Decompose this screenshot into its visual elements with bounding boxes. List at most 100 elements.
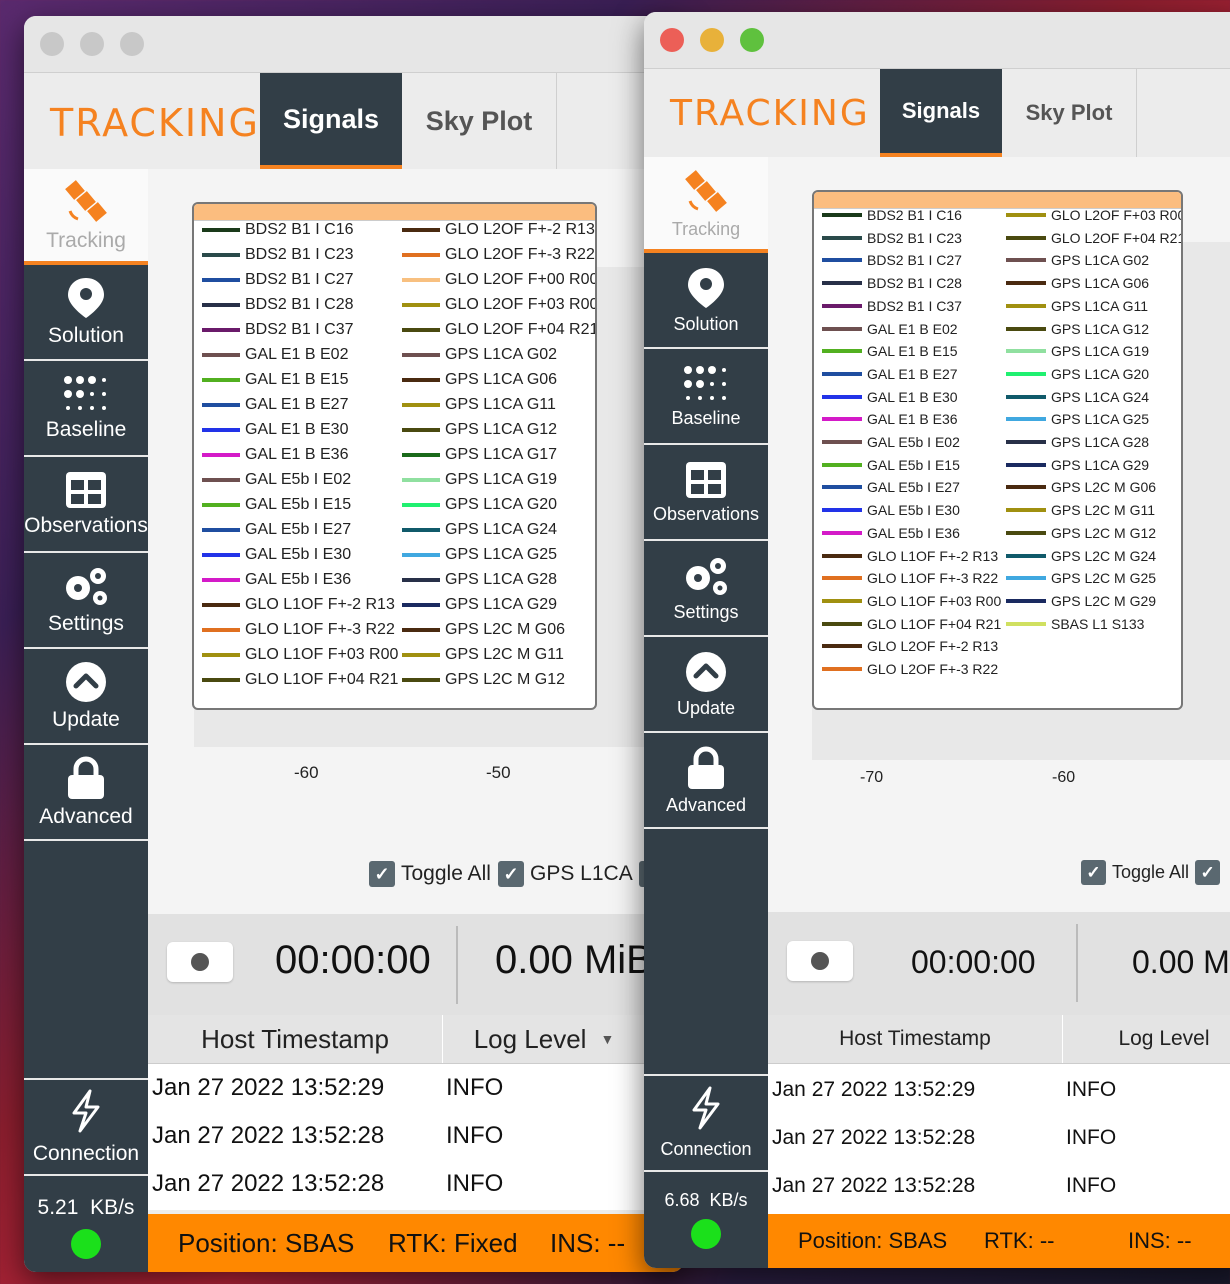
legend-swatch: [402, 578, 440, 582]
title-bar[interactable]: [24, 16, 684, 73]
tab-sky-plot[interactable]: Sky Plot: [1002, 69, 1137, 157]
legend-label: GAL E5b I E15: [245, 496, 352, 513]
legend-label: GPS L1CA G29: [445, 596, 558, 613]
log-row-ts: Jan 27 2022 13:52:29: [772, 1078, 976, 1101]
legend-label: GAL E5b I E02: [245, 471, 352, 488]
legend-swatch: [1006, 235, 1046, 240]
nav-advanced[interactable]: Advanced: [24, 745, 148, 841]
legend-item: GAL E5b I E02: [202, 471, 351, 489]
nav-label: Settings: [48, 612, 124, 635]
gears-icon: [682, 554, 730, 598]
nav-observations[interactable]: Observations: [644, 445, 768, 541]
top-header: TRACKING Signals Sky Plot: [644, 69, 1230, 158]
chevron-down-icon[interactable]: ▼: [600, 1031, 614, 1047]
zoom-button[interactable]: [740, 28, 764, 52]
legend-item: BDS2 B1 I C27: [202, 271, 354, 289]
legend-swatch: [822, 394, 862, 399]
nav-solution[interactable]: Solution: [24, 265, 148, 361]
close-button[interactable]: [660, 28, 684, 52]
legend-label: GPS L1CA G12: [445, 421, 558, 438]
legend-item: BDS2 B1 I C37: [202, 321, 354, 339]
toggle-all-checkbox[interactable]: ✓ Toggle All ✓: [1081, 860, 1221, 885]
legend-label: GAL E1 B E02: [867, 320, 958, 337]
nav-label: Baseline: [45, 418, 127, 441]
tab-signals[interactable]: Signals: [260, 73, 402, 169]
nav-advanced[interactable]: Advanced: [644, 733, 768, 829]
legend-swatch: [402, 678, 440, 682]
legend-item: GLO L1OF F+-2 R13: [202, 596, 395, 614]
legend-label: GAL E1 B E27: [245, 396, 349, 413]
sidebar: Tracking Solution Baseline Observations Sett…: [644, 157, 768, 1268]
legend-swatch: [1006, 303, 1046, 308]
nav-solution[interactable]: Solution: [644, 253, 768, 349]
nav-update[interactable]: Update: [24, 649, 148, 745]
legend-item: GPS L1CA G02: [1006, 252, 1149, 268]
legend-swatch: [822, 553, 862, 558]
status-position: Position: SBAS: [178, 1228, 355, 1258]
nav-connection[interactable]: Connection: [644, 1074, 768, 1172]
legend-swatch: [402, 403, 440, 407]
nav-connection[interactable]: Connection: [24, 1078, 148, 1176]
tab-sky-plot[interactable]: Sky Plot: [402, 73, 557, 169]
legend-label: GLO L2OF F+-3 R22: [867, 661, 999, 677]
check-icon: ✓: [369, 861, 395, 887]
legend-label: GPS L1CA G11: [1051, 297, 1149, 314]
legend-item: GPS L1CA G25: [1006, 411, 1149, 427]
nav-baseline[interactable]: Baseline: [24, 361, 148, 457]
legend-swatch: [402, 428, 440, 432]
title-bar[interactable]: [644, 12, 1230, 69]
legend-swatch: [1006, 508, 1046, 513]
minimize-button[interactable]: [80, 32, 104, 56]
signal-legend: BDS2 B1 I C16 BDS2 B1 I C23 BDS2 B1 I C27 B…: [812, 190, 1183, 710]
legend-label: GPS L2C M G11: [445, 646, 564, 663]
toggle-all-checkbox[interactable]: ✓ Toggle All: [369, 861, 491, 887]
nav-update[interactable]: Update: [644, 637, 768, 733]
legend-item: GPS L1CA G17: [402, 446, 557, 464]
legend-swatch: [822, 349, 862, 354]
legend-item: GLO L1OF F+03 R00: [822, 593, 1001, 609]
gps-l1ca-checkbox[interactable]: ✓ GPS L1CA ✓: [498, 861, 665, 887]
nav-label: Update: [52, 708, 120, 731]
x-tick-label: -70: [860, 769, 884, 786]
legend-swatch: [822, 485, 862, 490]
zoom-button[interactable]: [120, 32, 144, 56]
lock-icon: [684, 745, 728, 791]
legend-label: GLO L1OF F+-3 R22: [867, 570, 999, 587]
legend-swatch: [822, 326, 862, 331]
legend-label: GPS L1CA G06: [445, 371, 558, 388]
status-bar: Position: SBAS RTK: -- INS: --: [768, 1214, 1230, 1268]
legend-item: GPS L2C M G29: [1006, 593, 1156, 609]
legend-item: GPS L1CA G24: [1006, 389, 1149, 405]
legend-item: GPS L1CA G28: [402, 571, 557, 589]
tab-signals[interactable]: Signals: [880, 69, 1002, 157]
chevron-up-circle-icon: [64, 660, 108, 704]
col-host-timestamp[interactable]: Host Timestamp: [768, 1015, 1063, 1063]
nav-settings[interactable]: Settings: [24, 553, 148, 649]
close-button[interactable]: [40, 32, 64, 56]
col-log-level[interactable]: Log Level: [1064, 1015, 1230, 1063]
legend-item: GAL E1 B E15: [202, 371, 348, 389]
record-button[interactable]: [787, 941, 853, 981]
legend-swatch: [402, 653, 440, 657]
sidebar: Tracking Solution Baseline Observations Sett…: [24, 169, 148, 1272]
legend-swatch: [202, 303, 240, 307]
col-host-timestamp[interactable]: Host Timestamp: [148, 1015, 443, 1063]
nav-tracking[interactable]: Tracking: [24, 169, 148, 265]
legend-item: GLO L1OF F+04 R21: [822, 616, 1001, 632]
record-button[interactable]: [167, 942, 233, 982]
dots-grid-icon: [62, 374, 110, 414]
nav-settings[interactable]: Settings: [644, 541, 768, 637]
legend-label: GPS L1CA G25: [445, 546, 558, 563]
nav-label: Solution: [673, 313, 739, 334]
legend-swatch: [202, 278, 240, 282]
legend-swatch: [202, 228, 240, 232]
nav-baseline[interactable]: Baseline: [644, 349, 768, 445]
lock-icon: [64, 755, 108, 801]
legend-item: GPS L2C M G12: [1006, 525, 1156, 541]
nav-observations[interactable]: Observations: [24, 457, 148, 553]
col-log-level[interactable]: Log Level ▼: [444, 1015, 645, 1063]
legend-label: GAL E1 B E30: [245, 421, 349, 438]
legend-item: GPS L1CA G12: [402, 421, 557, 439]
minimize-button[interactable]: [700, 28, 724, 52]
nav-tracking[interactable]: Tracking: [644, 157, 768, 253]
